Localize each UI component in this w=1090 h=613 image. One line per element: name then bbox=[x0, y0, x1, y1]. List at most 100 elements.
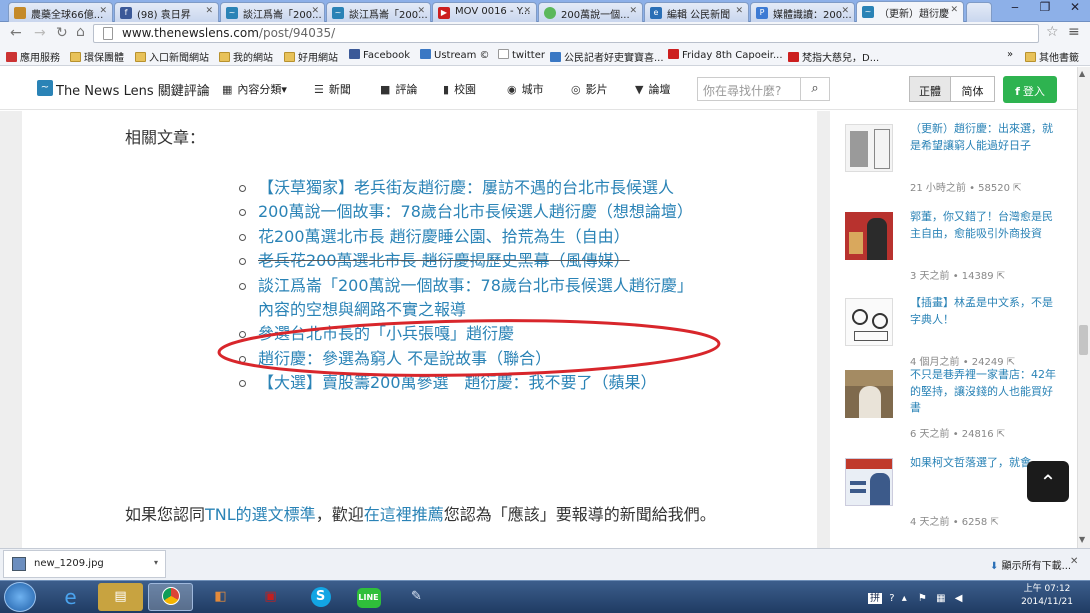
bookmark-citizen[interactable]: 公民記者好吏實寶喜... bbox=[550, 49, 664, 64]
address-bar[interactable]: www.thenewslens.com/post/94035/ bbox=[93, 24, 1039, 43]
nav-news[interactable]: ☰ 新聞 bbox=[314, 81, 351, 97]
minimize-icon[interactable]: ‒ bbox=[1000, 0, 1030, 20]
sidebar-article[interactable]: 郭董，你又錯了！台灣愈是民主自由，愈能吸引外商投資 3 天之前 • 14389 … bbox=[845, 209, 1075, 282]
search-input[interactable]: 你在尋找什麼? bbox=[697, 77, 800, 101]
sidebar-article-title[interactable]: 郭董，你又錯了！台灣愈是民主自由，愈能吸引外商投資 bbox=[910, 209, 1060, 242]
bookmarks-overflow[interactable]: » bbox=[1007, 49, 1013, 60]
browser-tab[interactable]: 200萬說一個... ✕ bbox=[538, 2, 643, 22]
scroll-up-arrow-icon[interactable]: ▲ bbox=[1079, 69, 1085, 78]
recommend-link[interactable]: 在這裡推薦 bbox=[364, 505, 444, 524]
chevron-down-icon[interactable]: ▾ bbox=[154, 558, 158, 567]
browser-tab[interactable]: f (98) 袁日昇 ✕ bbox=[114, 2, 219, 22]
back-icon[interactable]: ← bbox=[10, 25, 22, 41]
close-tab-icon[interactable]: ✕ bbox=[950, 5, 958, 15]
related-article-link[interactable]: 200萬說一個故事：78歲台北市長候選人趙衍慶（想想論壇） bbox=[237, 200, 693, 224]
close-tab-icon[interactable]: ✕ bbox=[205, 6, 213, 16]
help-icon[interactable]: ? bbox=[889, 593, 894, 604]
nav-video[interactable]: ◎ 影片 bbox=[571, 81, 608, 97]
reload-icon[interactable]: ↻ bbox=[56, 25, 68, 41]
network-icon[interactable]: ▦ bbox=[936, 593, 945, 604]
login-button[interactable]: f 登入 bbox=[1003, 76, 1057, 103]
nav-forum[interactable]: ▼ 論壇 bbox=[635, 81, 670, 97]
close-tab-icon[interactable]: ✕ bbox=[841, 6, 849, 16]
related-article-link[interactable]: 花200萬選北市長 趙衍慶睡公園、拾荒為生（自由） bbox=[237, 225, 687, 249]
close-shelf-icon[interactable]: ✕ bbox=[1070, 556, 1078, 567]
chevron-up-icon[interactable]: ⌃ bbox=[1027, 461, 1069, 502]
ie-icon[interactable]: e bbox=[48, 583, 93, 611]
page-scrollbar[interactable]: ▲ ▼ bbox=[1077, 67, 1090, 548]
sidebar-article[interactable]: 不只是巷弄裡一家書店：42年的堅持，讓沒錢的人也能買好書 6 天之前 • 248… bbox=[845, 367, 1075, 440]
facebook-icon bbox=[349, 49, 360, 59]
taskbar-clock[interactable]: 上午 07:12 2014/11/21 bbox=[1012, 583, 1082, 609]
newslens-icon: ~ bbox=[862, 6, 874, 18]
nav-campus[interactable]: ▮ 校園 bbox=[443, 81, 476, 97]
share-icon: ⇱ bbox=[990, 517, 999, 528]
file-explorer-icon[interactable]: ▤ bbox=[98, 583, 143, 611]
search-icon[interactable]: ⌕ bbox=[800, 77, 830, 101]
browser-tab[interactable]: 農藥全球66億... ✕ bbox=[8, 2, 113, 22]
site-logo[interactable]: The News Lens 關鍵評論 bbox=[56, 80, 210, 99]
related-article-link-highlighted[interactable]: 談江爲崙「200萬說一個故事：78歲台北市長候選人趙衍慶」內容的空想與網路不實之… bbox=[237, 274, 687, 323]
browser-tab[interactable]: ~ 談江爲崙「200... ✕ bbox=[326, 2, 431, 22]
app-icon[interactable]: ▣ bbox=[248, 583, 293, 611]
volume-icon[interactable]: ◀ bbox=[955, 593, 963, 604]
start-button[interactable] bbox=[4, 582, 36, 612]
bookmark-youtube[interactable]: 梵指大慈兒，D... bbox=[788, 49, 879, 64]
close-tab-icon[interactable]: ✕ bbox=[523, 6, 531, 16]
bookmark-youtube[interactable]: Friday 8th Capoeir... bbox=[668, 49, 783, 61]
forward-icon[interactable]: → bbox=[34, 25, 46, 41]
new-tab-button[interactable] bbox=[966, 2, 992, 22]
close-tab-icon[interactable]: ✕ bbox=[311, 6, 319, 16]
close-window-icon[interactable]: ✕ bbox=[1060, 0, 1090, 20]
bookmark-folder[interactable]: 環保團體 bbox=[70, 49, 124, 64]
chrome-icon[interactable] bbox=[148, 583, 193, 611]
flag-icon[interactable]: ⚑ bbox=[918, 593, 927, 604]
browser-tab[interactable]: e 編輯 公民新聞 ✕ bbox=[644, 2, 749, 22]
related-article-link[interactable]: 老兵花200萬選北市長 趙衍慶揭歷史黑幕（風傳媒） bbox=[237, 249, 687, 273]
bookmark-folder[interactable]: 我的網站 bbox=[219, 49, 273, 64]
nav-categories[interactable]: ▦ 內容分類▾ bbox=[222, 81, 287, 97]
close-tab-icon[interactable]: ✕ bbox=[417, 6, 425, 16]
scrollbar-thumb[interactable] bbox=[1079, 325, 1088, 355]
show-all-downloads-link[interactable]: ⬇ 顯示所有下載... bbox=[990, 557, 1071, 572]
ime-icon[interactable]: 拼 bbox=[868, 593, 882, 604]
bookmark-star-icon[interactable]: ☆ bbox=[1046, 24, 1059, 40]
bookmark-facebook[interactable]: Facebook bbox=[349, 49, 410, 61]
sidebar-article-title[interactable]: 【插畫】林孟是中文系，不是字典人！ bbox=[910, 295, 1060, 328]
browser-tab[interactable]: ▶ MOV 0016 - Y... ✕ bbox=[432, 2, 537, 22]
bookmark-folder[interactable]: 入口新聞網站 bbox=[135, 49, 209, 64]
home-icon[interactable]: ⌂ bbox=[76, 24, 85, 40]
nav-city[interactable]: ◉ 城市 bbox=[507, 81, 544, 97]
lang-traditional-button[interactable]: 正體 bbox=[909, 76, 951, 102]
system-tray[interactable]: 拼 ? ▴ ⚑ ▦ ◀ bbox=[868, 589, 1008, 605]
other-bookmarks[interactable]: 其他書籤 bbox=[1025, 49, 1079, 64]
skype-icon[interactable]: S bbox=[298, 583, 343, 611]
sidebar-article[interactable]: （更新）趙衍慶：出來選，就是希望讓窮人能過好日子 21 小時之前 • 58520… bbox=[845, 121, 1075, 194]
line-icon[interactable]: LINE bbox=[346, 583, 391, 611]
sidebar-article-title[interactable]: 不只是巷弄裡一家書店：42年的堅持，讓沒錢的人也能買好書 bbox=[910, 367, 1060, 417]
maximize-icon[interactable]: ❐ bbox=[1030, 0, 1060, 20]
lang-simplified-button[interactable]: 简体 bbox=[951, 76, 995, 102]
bookmark-twitter[interactable]: twitter bbox=[498, 49, 545, 61]
app-icon[interactable]: ◧ bbox=[198, 583, 243, 611]
bookmark-ustream[interactable]: Ustream © bbox=[420, 49, 490, 61]
close-tab-icon[interactable]: ✕ bbox=[99, 6, 107, 16]
scroll-down-arrow-icon[interactable]: ▼ bbox=[1079, 535, 1085, 544]
bookmark-folder[interactable]: 好用網站 bbox=[284, 49, 338, 64]
sidebar-article-title[interactable]: （更新）趙衍慶：出來選，就是希望讓窮人能過好日子 bbox=[910, 121, 1060, 154]
browser-tab[interactable]: ~ 談江爲崙「200... ✕ bbox=[220, 2, 325, 22]
download-item[interactable]: new_1209.jpg ▾ bbox=[3, 550, 166, 578]
related-article-link[interactable]: 【沃草獨家】老兵街友趙衍慶：屢訪不遇的台北市長候選人 bbox=[237, 176, 687, 200]
paint-icon[interactable]: ✎ bbox=[394, 583, 439, 611]
bookmark-apps[interactable]: 應用服務 bbox=[6, 49, 60, 64]
sidebar-article[interactable]: 【插畫】林孟是中文系，不是字典人！ 4 個月之前 • 24249 ⇱ bbox=[845, 295, 1075, 368]
selection-standard-link[interactable]: TNL的選文標準 bbox=[205, 505, 316, 524]
browser-tab[interactable]: P 媒體識讀：200... ✕ bbox=[750, 2, 855, 22]
browser-tab-active[interactable]: ~ （更新）趙衍慶 ✕ bbox=[856, 1, 964, 22]
nav-opinion[interactable]: ■ 評論 bbox=[380, 81, 417, 97]
sidebar-article-meta: 4 天之前 • 6258 ⇱ bbox=[910, 517, 999, 528]
close-tab-icon[interactable]: ✕ bbox=[629, 6, 637, 16]
menu-icon[interactable]: ≡ bbox=[1068, 24, 1080, 40]
tray-icon[interactable]: ▴ bbox=[902, 593, 907, 604]
close-tab-icon[interactable]: ✕ bbox=[735, 6, 743, 16]
